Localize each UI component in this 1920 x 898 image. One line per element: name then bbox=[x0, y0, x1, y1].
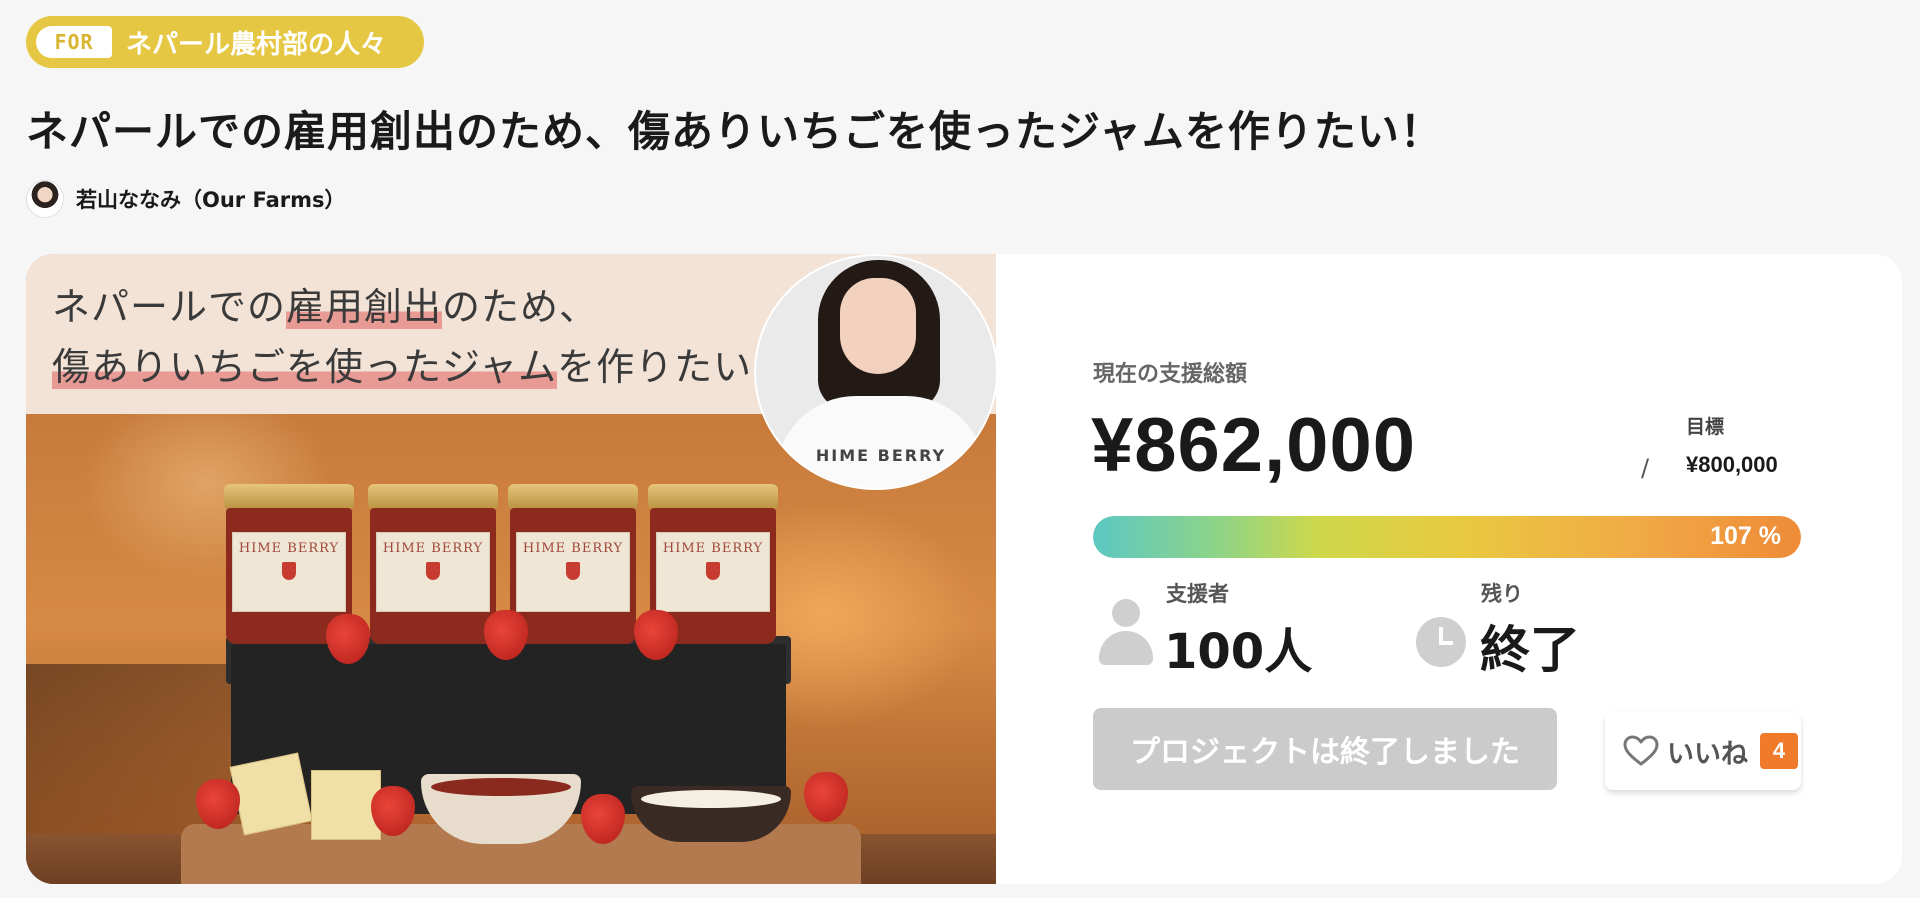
project-title: ネパールでの雇用創出のため、傷ありいちごを使ったジャムを作りたい！ bbox=[26, 107, 1443, 156]
remaining-value: 終了 bbox=[1480, 621, 1580, 679]
jar-brand: HIME BERRY bbox=[522, 541, 624, 556]
hero-caption-highlight: 雇用創出 bbox=[286, 285, 443, 329]
progress-fill bbox=[1093, 516, 1801, 558]
avatar bbox=[26, 180, 64, 218]
target-badge-label: ネパール農村部の人々 bbox=[126, 29, 387, 60]
author-name: 若山ななみ（Our Farms） bbox=[76, 188, 346, 212]
like-count-badge: 4 bbox=[1760, 733, 1798, 769]
hero-caption-line-1: ネパールでの雇用創出のため、 bbox=[52, 276, 598, 331]
project-page: FOR ネパール農村部の人々 ネパールでの雇用創出のため、傷ありいちごを使ったジ… bbox=[0, 0, 1920, 898]
progress-bar: 107 % bbox=[1093, 516, 1801, 558]
goal-amount: ¥800,000 bbox=[1686, 452, 1778, 477]
jar-brand: HIME BERRY bbox=[662, 541, 764, 556]
jar-brand: HIME BERRY bbox=[238, 541, 340, 556]
hero-image: ネパールでの雇用創出のため、 傷ありいちごを使ったジャムを作りたい！ HIME … bbox=[26, 254, 996, 884]
hero-caption-line-2: 傷ありいちごを使ったジャムを作りたい！ bbox=[52, 336, 791, 391]
funding-stats: 現在の支援総額 ¥862,000 / 目標 ¥800,000 107 % 支援者… bbox=[996, 254, 1902, 884]
like-label: いいね bbox=[1667, 738, 1748, 770]
total-label: 現在の支援総額 bbox=[1093, 362, 1248, 387]
hero-caption-highlight: 傷ありいちごを使ったジャム bbox=[52, 345, 558, 389]
total-amount: ¥862,000 bbox=[1091, 403, 1416, 488]
author[interactable]: 若山ななみ（Our Farms） bbox=[26, 180, 346, 218]
shirt-logo: HIME BERRY bbox=[815, 446, 947, 465]
clock-icon bbox=[1416, 617, 1466, 667]
hero-caption-text: のため、 bbox=[442, 285, 599, 329]
goal-label: 目標 bbox=[1686, 416, 1725, 438]
project-ended-button[interactable]: プロジェクトは終了しました bbox=[1093, 708, 1557, 790]
hero-caption-text: ネパールでの bbox=[52, 285, 287, 329]
remaining-label: 残り bbox=[1481, 582, 1523, 606]
backers-count: 100人 bbox=[1164, 624, 1313, 680]
project-card: ネパールでの雇用創出のため、 傷ありいちごを使ったジャムを作りたい！ HIME … bbox=[26, 254, 1902, 884]
jam-jar: HIME BERRY bbox=[368, 484, 498, 644]
target-badge[interactable]: FOR ネパール農村部の人々 bbox=[26, 16, 424, 68]
jar-brand: HIME BERRY bbox=[382, 541, 484, 556]
strawberry bbox=[804, 772, 848, 822]
progress-percent: 107 % bbox=[1710, 522, 1781, 550]
jam-jar: HIME BERRY bbox=[508, 484, 638, 644]
person-icon bbox=[1099, 599, 1153, 665]
owner-portrait: HIME BERRY bbox=[754, 254, 996, 490]
like-button[interactable]: いいね 4 bbox=[1605, 712, 1801, 790]
cheese bbox=[229, 752, 313, 836]
heart-outline-icon bbox=[1623, 735, 1659, 766]
for-tag: FOR bbox=[36, 26, 112, 58]
goal-separator: / bbox=[1641, 454, 1650, 482]
cream-bowl bbox=[631, 786, 791, 842]
backers-label: 支援者 bbox=[1166, 582, 1229, 606]
